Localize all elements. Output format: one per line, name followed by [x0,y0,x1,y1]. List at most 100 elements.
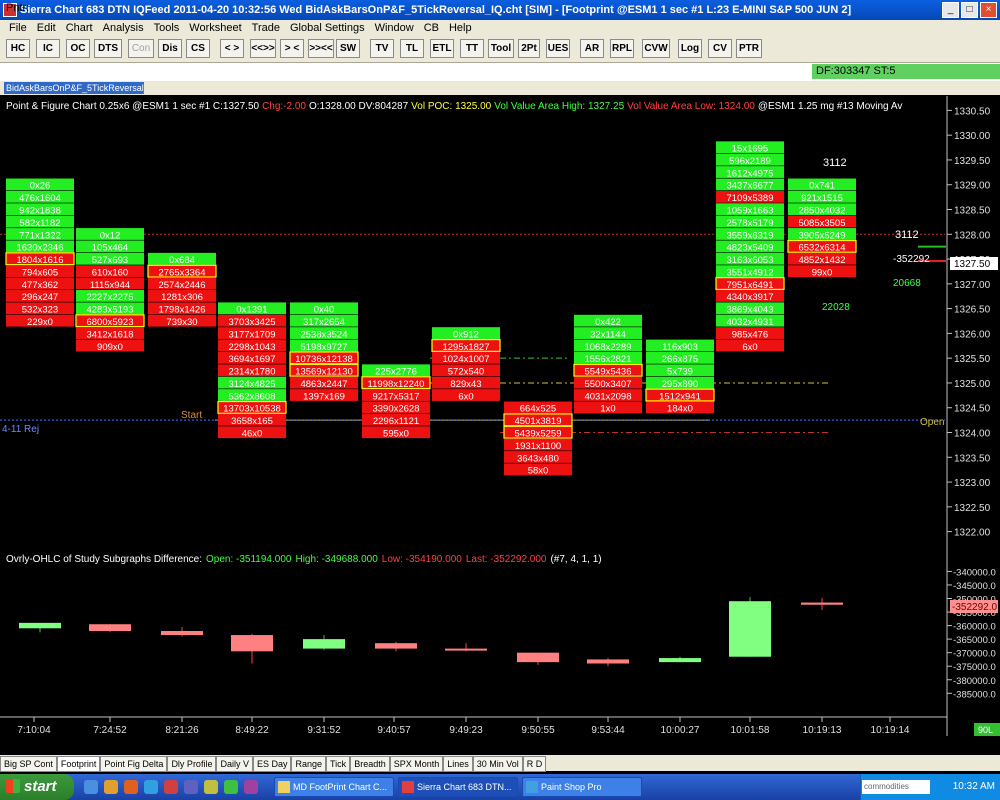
menu-tools[interactable]: Tools [149,20,185,36]
toolbar-button-4[interactable]: Con [128,39,154,58]
ie-icon[interactable] [84,780,98,794]
footprint-cell-text: 2538x3524 [300,329,347,340]
toolbar-button-23[interactable]: CV [708,39,732,58]
toolbar-button-16[interactable]: Tool [488,39,514,58]
toolbar-button-20[interactable]: RPL [610,39,634,58]
toolbar-button-2[interactable]: OC [66,39,90,58]
task-paint-shop-pro[interactable]: Paint Shop Pro [522,777,642,797]
close-button[interactable]: × [980,2,997,18]
footprint-cell-text: 3694x1697 [228,354,275,365]
toolbar-button-8[interactable]: <<>> [250,39,276,58]
toolbar-button-0[interactable]: HC [6,39,30,58]
minimize-button[interactable]: _ [942,2,959,18]
study-candle-body [375,643,417,649]
chart-tab-0[interactable]: Big SP Cont [0,756,57,772]
rejection-label: 4-11 Rej [2,424,39,435]
toolbar-button-7[interactable]: < > [220,39,244,58]
study-tick-label: -370000.0 [953,649,996,660]
study-candle-body [19,622,61,629]
chart-quicklaunch-icon[interactable] [224,780,238,794]
footprint-cell-text: 0x26 [30,181,51,192]
menu-file[interactable]: File [4,20,32,36]
toolbar-button-13[interactable]: TL [400,39,424,58]
start-label: Start [181,410,202,421]
toolbar-button-14[interactable]: ETL [430,39,454,58]
toolbar-button-12[interactable]: TV [370,39,394,58]
study-header: Ovrly-OHLC of Study Subgraphs Difference… [6,554,602,565]
corner-badge: 90L [978,725,993,735]
menu-trade[interactable]: Trade [247,20,285,36]
notes-icon[interactable] [204,780,218,794]
footprint-cell-text: 9217x5317 [372,391,419,402]
footprint-cell-text: 582x1182 [19,218,60,229]
task-sierra-chart[interactable]: Sierra Chart 683 DTN... [398,777,518,797]
menu-help[interactable]: Help [444,20,477,36]
menu-window[interactable]: Window [370,20,419,36]
chart-tab-4[interactable]: Daily V [216,756,253,772]
time-tick-label: 7:10:04 [17,725,51,736]
menu-worksheet[interactable]: Worksheet [184,20,246,36]
footprint-cell-text: 771x1322 [19,230,61,241]
toolbar-button-24[interactable]: PTR [736,39,762,58]
footprint-cell-text: 7109x5389 [726,193,773,204]
folder-icon[interactable] [104,780,118,794]
document-tab[interactable]: BidAskBarsOnP&F_5TickReversal_IQ [4,82,144,94]
toolbar-button-22[interactable]: Log [678,39,702,58]
green-value-label-1: 20668 [893,278,921,289]
study-candle-body [587,659,629,664]
chart-tab-7[interactable]: Tick [326,756,351,772]
study-candle-body [161,631,203,636]
toolbar-button-15[interactable]: TT [460,39,484,58]
app-quicklaunch-icon[interactable] [184,780,198,794]
footprint-cell-text: 32x1144 [590,329,626,340]
toolbar-button-11[interactable]: SW [336,39,360,58]
menu-edit[interactable]: Edit [32,20,61,36]
volume-label-top: 3112 [823,157,847,169]
chart-tab-3[interactable]: Dly Profile [167,756,217,772]
tool-icon[interactable] [244,780,258,794]
time-tick-label: 10:00:27 [661,725,700,736]
task-md-footprint[interactable]: MD FootPrint Chart C... [274,777,394,797]
chart-tab-10[interactable]: Lines [443,756,473,772]
menu-cb[interactable]: CB [419,20,444,36]
study-candle-body [801,602,843,605]
footprint-cell-text: 5085x3505 [798,218,845,229]
chart-tab-8[interactable]: Breadth [350,756,390,772]
price-tick-label: 1322.00 [954,528,991,539]
chart-tab-5[interactable]: ES Day [252,756,292,772]
toolbar-button-6[interactable]: CS [186,39,210,58]
maximize-button[interactable]: □ [961,2,978,18]
search-box[interactable]: commodities [862,780,930,794]
toolbar-button-21[interactable]: CVW [642,39,670,58]
chart-header-main: Point & Figure Chart 0.25x6 @ESM1 1 sec … [6,101,260,112]
footprint-cell-text: 0x741 [809,181,835,192]
study-tick-label: -365000.0 [953,635,996,646]
chart-tab-11[interactable]: 30 Min Vol [472,756,523,772]
messenger-icon[interactable] [144,780,158,794]
toolbar-button-3[interactable]: DTS [94,39,122,58]
toolbar-button-9[interactable]: > < [280,39,304,58]
toolbar-button-17[interactable]: 2Pt [518,39,540,58]
footprint-cell-text: 46x0 [242,428,263,439]
chart-tab-1[interactable]: Footprint [56,756,101,772]
footprint-chart[interactable]: Point & Figure Chart 0.25x6 @ESM1 1 sec … [0,96,1000,752]
toolbar-button-19[interactable]: AR [580,39,604,58]
chart-tab-6[interactable]: Range [291,756,327,772]
chart-tab-2[interactable]: Point Fig Delta [100,756,168,772]
menu-analysis[interactable]: Analysis [98,20,149,36]
volume-label-right: 3112 [895,229,919,241]
media-icon[interactable] [164,780,178,794]
footprint-cell-text: 5x739 [667,367,693,378]
menu-global-settings[interactable]: Global Settings [285,20,370,36]
toolbar-button-1[interactable]: IC [36,39,60,58]
chart-tab-9[interactable]: SPX Month [389,756,444,772]
chart-tab-12[interactable]: R D [522,756,547,772]
toolbar-button-18[interactable]: UES [546,39,570,58]
toolbar-button-5[interactable]: Dis [158,39,182,58]
footprint-cell-text: 3412x1618 [86,329,133,340]
study-candle-body [517,652,559,663]
firefox-icon[interactable] [124,780,138,794]
menu-chart[interactable]: Chart [61,20,98,36]
footprint-cell-text: 4031x2098 [584,391,631,402]
toolbar-button-10[interactable]: >><< [308,39,334,58]
